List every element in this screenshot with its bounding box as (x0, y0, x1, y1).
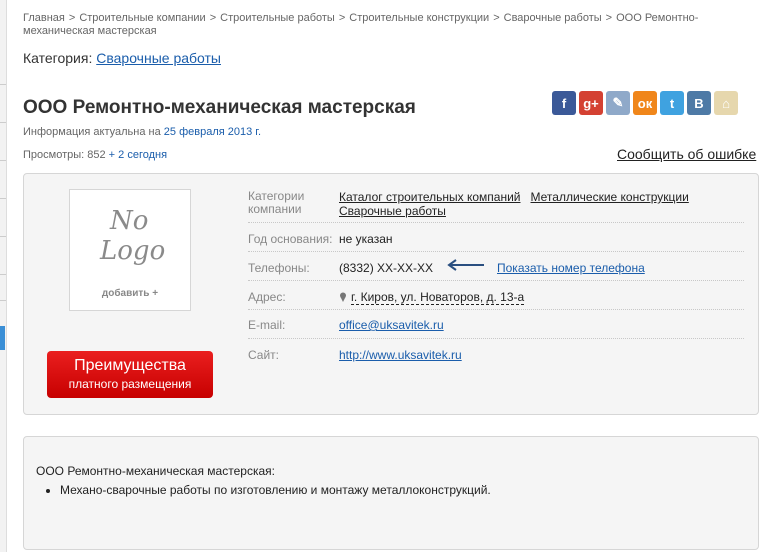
actuality-date[interactable]: 25 февраля 2013 г. (164, 126, 261, 138)
info-row-site: Сайт: http://www.uksavitek.ru (248, 339, 744, 367)
no-logo-text: Logo (100, 236, 166, 266)
site-link[interactable]: http://www.uksavitek.ru (339, 348, 462, 362)
company-description: ООО Ремонтно-механическая мастерская: Ме… (23, 436, 759, 550)
left-edge-strip (0, 0, 7, 552)
founded-label: Год основания: (248, 232, 333, 246)
categories-label: Категории компании (248, 189, 305, 216)
info-row-address: Адрес: г. Киров, ул. Новаторов, д. 13-а (248, 281, 744, 310)
category-link[interactable]: Сварочные работы (339, 204, 446, 218)
add-logo-label: добавить + (101, 288, 159, 299)
phones-label: Телефоны: (248, 261, 310, 275)
bookmark-icon[interactable]: ⌂ (714, 91, 738, 115)
breadcrumb-item[interactable]: Строительные компании (79, 12, 205, 24)
no-logo-placeholder[interactable]: No Logo добавить + (69, 189, 191, 311)
categories-value: Каталог строительных компаний Металличес… (339, 190, 689, 218)
breadcrumb-item[interactable]: Сварочные работы (504, 12, 602, 24)
views-today[interactable]: + 2 сегодня (109, 149, 167, 161)
category-link[interactable]: Каталог строительных компаний (339, 190, 521, 204)
address-value: г. Киров, ул. Новаторов, д. 13-а (339, 290, 525, 305)
category-link[interactable]: Металлические конструкции (531, 190, 689, 204)
category-label: Категория: (23, 50, 93, 66)
founded-value: не указан (339, 232, 393, 246)
email-label: E-mail: (248, 318, 286, 332)
facebook-icon[interactable]: f (552, 91, 576, 115)
odnoklassniki-icon[interactable]: ок (633, 91, 657, 115)
company-info-table: Категории компании Каталог строительных … (248, 187, 744, 367)
report-error-link[interactable]: Сообщить об ошибке (617, 146, 756, 162)
side-tab-indicator[interactable] (0, 326, 5, 350)
site-label: Сайт: (248, 348, 280, 362)
arrow-left-icon (447, 259, 484, 271)
list-item: Механо-сварочные работы по изготовлению … (60, 483, 491, 497)
category-link[interactable]: Сварочные работы (96, 50, 221, 66)
info-row-phones: Телефоны: (8332) XX-XX-XX Показать номер… (248, 252, 744, 281)
category-line: Категория: Сварочные работы (23, 50, 221, 66)
views-counter: Просмотры: 852 + 2 сегодня (23, 149, 168, 161)
company-card: No Logo добавить + Преимущества платного… (23, 173, 759, 415)
google-plus-icon[interactable]: g+ (579, 91, 603, 115)
phone-value: (8332) XX-XX-XX (339, 261, 434, 275)
show-phone-link[interactable]: Показать номер телефона (497, 261, 645, 275)
description-list: Механо-сварочные работы по изготовлению … (36, 483, 491, 497)
breadcrumb-item[interactable]: Главная (23, 12, 65, 24)
livejournal-icon[interactable]: ✎ (606, 91, 630, 115)
site-value: http://www.uksavitek.ru (339, 348, 462, 362)
info-row-email: E-mail: office@uksavitek.ru (248, 310, 744, 339)
breadcrumb: Главная > Строительные компании > Строительн… (23, 12, 699, 37)
map-pin-icon (340, 292, 346, 302)
social-share-bar: f g+ ✎ ок t В ⌂ (552, 91, 738, 115)
no-logo-text: No (110, 206, 149, 236)
info-row-founded: Год основания: не указан (248, 223, 744, 252)
vkontakte-icon[interactable]: В (687, 91, 711, 115)
twitter-icon[interactable]: t (660, 91, 684, 115)
actuality-info: Информация актуальна на 25 февраля 2013 … (23, 126, 262, 138)
info-row-categories: Категории компании Каталог строительных … (248, 187, 744, 223)
description-heading: ООО Ремонтно-механическая мастерская: (36, 464, 275, 478)
paid-placement-button[interactable]: Преимущества платного размещения (47, 351, 213, 398)
breadcrumb-item[interactable]: Строительные работы (220, 12, 335, 24)
page-title: ООО Ремонтно-механическая мастерская (23, 97, 416, 118)
email-link[interactable]: office@uksavitek.ru (339, 318, 444, 332)
address-label: Адрес: (248, 290, 286, 304)
address-link[interactable]: г. Киров, ул. Новаторов, д. 13-а (351, 290, 525, 305)
email-value: office@uksavitek.ru (339, 318, 444, 332)
breadcrumb-item[interactable]: Строительные конструкции (349, 12, 489, 24)
